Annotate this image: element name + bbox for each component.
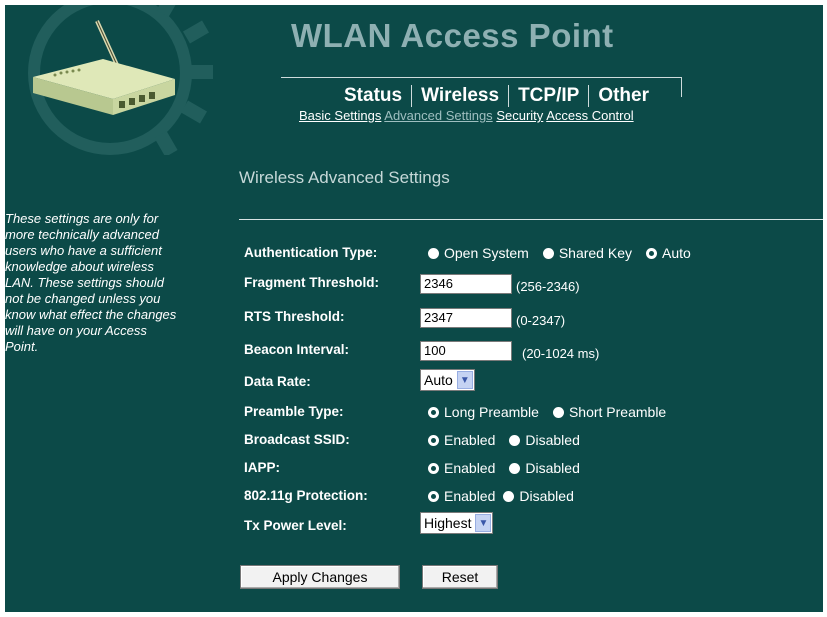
nav-status[interactable]: Status (335, 85, 411, 107)
data-rate-select[interactable]: Auto ▼ (420, 369, 475, 391)
sidebar-help-text: These settings are only for more technic… (5, 211, 177, 354)
chevron-down-icon[interactable]: ▼ (475, 514, 492, 532)
apply-changes-button[interactable]: Apply Changes (240, 565, 400, 589)
rts-threshold-input[interactable]: 2347 (420, 307, 512, 328)
reset-button[interactable]: Reset (422, 565, 498, 589)
auth-shared-key-option[interactable]: Shared Key (542, 245, 632, 261)
preamble-long-option[interactable]: Long Preamble (428, 404, 539, 420)
tx-power-value: Highest (424, 515, 472, 531)
header: WLAN Access Point Status Wireless TCP/IP… (5, 5, 823, 155)
iapp-group: Enabled Disabled (428, 460, 594, 476)
radio-selected-icon[interactable] (428, 434, 439, 446)
broadcast-ssid-label: Broadcast SSID: (244, 432, 350, 447)
radio-icon[interactable] (509, 462, 521, 474)
preamble-short-label: Short Preamble (568, 404, 667, 420)
nav-divider (281, 77, 681, 78)
radio-selected-icon[interactable] (428, 462, 439, 474)
nav-wireless[interactable]: Wireless (411, 85, 508, 107)
nav-divider-right (681, 77, 682, 97)
data-rate-row: Auto ▼ (420, 369, 475, 391)
radio-icon[interactable] (542, 247, 554, 259)
chevron-down-icon[interactable]: ▼ (456, 371, 473, 389)
beacon-interval-range: (20-1024 ms) (522, 346, 600, 361)
broadcast-ssid-group: Enabled Disabled (428, 432, 594, 448)
iapp-enabled-option[interactable]: Enabled (428, 460, 495, 476)
auth-auto-label: Auto (662, 245, 691, 261)
data-rate-label: Data Rate: (244, 374, 311, 389)
beacon-interval-input[interactable]: 100 (420, 340, 512, 361)
router-icon (33, 20, 175, 115)
preamble-type-group: Long Preamble Short Preamble (428, 404, 680, 420)
subnav-advanced-settings[interactable]: Advanced Settings (384, 108, 492, 123)
preamble-type-label: Preamble Type: (244, 404, 344, 419)
preamble-short-option[interactable]: Short Preamble (552, 404, 667, 420)
broadcast-ssid-enabled-label: Enabled (444, 432, 496, 448)
protection-label: 802.11g Protection: (244, 488, 368, 503)
broadcast-ssid-enabled-option[interactable]: Enabled (428, 432, 495, 448)
broadcast-ssid-disabled-option[interactable]: Disabled (509, 432, 580, 448)
fragment-threshold-input[interactable]: 2346 (420, 273, 512, 294)
auth-open-system-option[interactable]: Open System (428, 245, 529, 261)
iapp-enabled-label: Enabled (444, 460, 496, 476)
protection-disabled-label: Disabled (519, 488, 574, 504)
rts-threshold-range: (0-2347) (516, 313, 566, 328)
rts-threshold-row: 2347 (0-2347) (420, 307, 565, 328)
app-title: WLAN Access Point (291, 17, 614, 54)
protection-enabled-option[interactable]: Enabled (428, 488, 495, 504)
iapp-disabled-option[interactable]: Disabled (509, 460, 580, 476)
subnav-basic-settings[interactable]: Basic Settings (299, 108, 381, 123)
radio-selected-icon[interactable] (428, 406, 439, 418)
subnav-access-control[interactable]: Access Control (546, 108, 633, 123)
radio-icon[interactable] (552, 406, 564, 418)
section-divider (239, 219, 823, 220)
beacon-interval-label: Beacon Interval: (244, 342, 350, 357)
beacon-interval-row: 100 (20-1024 ms) (420, 340, 599, 361)
radio-icon[interactable] (503, 490, 515, 502)
sub-nav: Basic Settings Advanced Settings Securit… (299, 108, 634, 123)
auth-type-label: Authentication Type: (244, 245, 378, 260)
main-nav: Status Wireless TCP/IP Other (335, 85, 658, 107)
fragment-threshold-range: (256-2346) (516, 279, 580, 294)
tx-power-row: Highest ▼ (420, 512, 494, 534)
page-title: Wireless Advanced Settings (239, 168, 450, 187)
radio-selected-icon[interactable] (646, 247, 657, 259)
iapp-label: IAPP: (244, 460, 281, 475)
tx-power-label: Tx Power Level: (244, 518, 347, 533)
nav-tcpip[interactable]: TCP/IP (508, 85, 588, 107)
auth-auto-option[interactable]: Auto (646, 245, 691, 261)
data-rate-value: Auto (424, 372, 453, 388)
fragment-threshold-label: Fragment Threshold: (244, 275, 380, 290)
preamble-long-label: Long Preamble (444, 404, 539, 420)
fragment-threshold-row: 2346 (256-2346) (420, 273, 580, 294)
rts-threshold-label: RTS Threshold: (244, 309, 345, 324)
tx-power-select[interactable]: Highest ▼ (420, 512, 494, 534)
broadcast-ssid-disabled-label: Disabled (525, 432, 580, 448)
subnav-security[interactable]: Security (496, 108, 543, 123)
radio-icon[interactable] (509, 434, 521, 446)
nav-other[interactable]: Other (588, 85, 658, 107)
radio-selected-icon[interactable] (428, 490, 439, 502)
auth-type-group: Open System Shared Key Auto (428, 245, 705, 261)
protection-group: Enabled Disabled (428, 488, 588, 504)
iapp-disabled-label: Disabled (525, 460, 580, 476)
protection-enabled-label: Enabled (444, 488, 496, 504)
auth-shared-key-label: Shared Key (558, 245, 632, 261)
page-frame: WLAN Access Point Status Wireless TCP/IP… (5, 5, 823, 612)
protection-disabled-option[interactable]: Disabled (503, 488, 574, 504)
radio-icon[interactable] (428, 247, 439, 259)
auth-open-system-label: Open System (444, 245, 529, 261)
